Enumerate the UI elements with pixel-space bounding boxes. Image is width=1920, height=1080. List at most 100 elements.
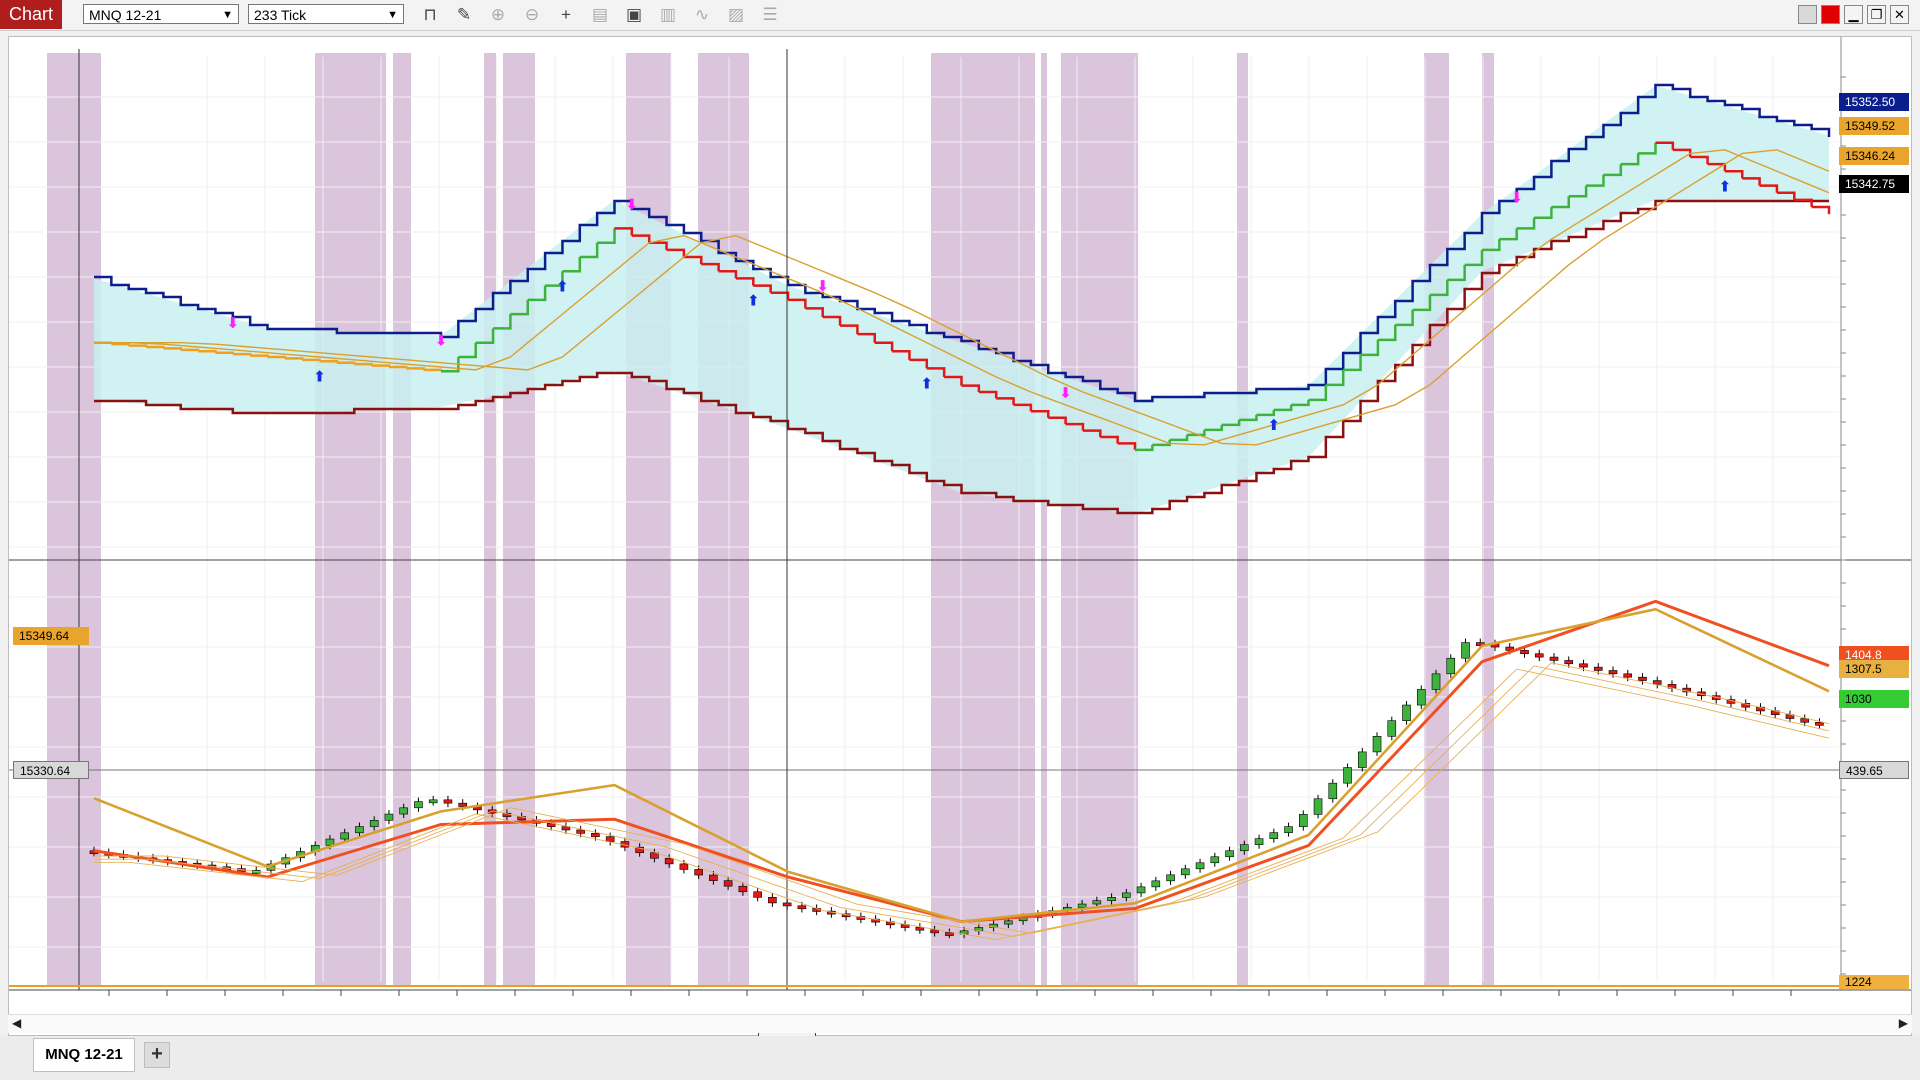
templates-icon[interactable]: ▨ [724, 3, 748, 27]
candle-body [1328, 782, 1338, 800]
candle-body [738, 885, 748, 893]
candle-body [443, 799, 453, 804]
candle-body [1549, 656, 1559, 661]
buy-arrow-icon: ⬆ [1268, 416, 1281, 434]
price-step-segment [319, 360, 339, 363]
candle-body [1446, 657, 1456, 675]
candle-body [1638, 676, 1647, 681]
candle-body [1284, 826, 1293, 833]
sell-arrow-icon: ⬇ [1059, 384, 1072, 402]
candle-body [1623, 673, 1633, 678]
candle-body [1431, 673, 1441, 690]
session-band [484, 53, 496, 986]
price-marker-blue: 15352.50 [1839, 93, 1909, 111]
price-step-segment [232, 352, 252, 356]
price-step-segment [180, 348, 200, 352]
candle-body [1608, 670, 1618, 675]
indicators-icon[interactable]: ▥ [656, 3, 680, 27]
minimize-icon[interactable]: ▁ [1844, 5, 1863, 24]
candle-body [1298, 814, 1308, 827]
chart-panel[interactable]: ⬇ ⬆ ⬇ ⬆ ⬇ ⬆ ⬇ ⬆ ⬇ ⬆ ⬇ ⬆ 15352.50 15349.52 15346.24 … [8, 36, 1912, 1052]
candle-body [399, 807, 408, 815]
candle-body [1652, 680, 1662, 685]
candle-body [782, 902, 792, 907]
close-icon[interactable]: ✕ [1890, 5, 1909, 24]
object-list-icon[interactable]: ☰ [758, 3, 782, 27]
candle-body [1181, 868, 1190, 876]
instrument-value: MNQ 12-21 [89, 7, 162, 23]
grey-square-icon[interactable] [1798, 5, 1817, 24]
buy-arrow-icon: ⬆ [747, 292, 760, 310]
sell-arrow-icon: ⬇ [1510, 188, 1523, 206]
price-step-segment [371, 364, 391, 367]
candle-body [664, 857, 674, 865]
scroll-right-icon[interactable]: ▶ [1899, 1016, 1908, 1030]
candle-body [428, 799, 438, 804]
session-band [1482, 53, 1494, 986]
candle-body [1372, 735, 1382, 753]
candle-body [384, 813, 394, 821]
zoom-in-icon[interactable]: ⊕ [486, 3, 510, 27]
price-step-segment [128, 344, 148, 347]
session-band [1041, 53, 1047, 986]
price-step-segment [146, 345, 165, 349]
candle-body [1122, 892, 1131, 898]
candle-body [1004, 920, 1013, 925]
restore-icon[interactable]: ❐ [1867, 5, 1886, 24]
session-band [503, 53, 535, 986]
candle-body [1240, 844, 1249, 852]
sell-arrow-icon: ⬇ [816, 277, 829, 295]
draw-pencil-icon[interactable]: ✎ [452, 3, 476, 27]
bar-type-icon[interactable]: ⊓ [418, 3, 442, 27]
candle-body [325, 838, 335, 846]
horizontal-scrollbar[interactable]: ◀ ▶ [8, 1014, 1912, 1033]
candle-body [340, 832, 350, 840]
indicator-marker-grey: 439.65 [1839, 761, 1909, 779]
candle-body [1402, 704, 1411, 721]
session-band [1424, 53, 1449, 986]
red-square-icon[interactable] [1821, 5, 1840, 24]
session-band [315, 53, 386, 986]
session-band [1061, 53, 1138, 986]
candle-body [797, 905, 807, 910]
candle-body [1357, 751, 1367, 768]
instrument-selector[interactable]: MNQ 12-21 ▼ [83, 4, 239, 24]
chart-toolbar: Chart MNQ 12-21 ▼ 233 Tick ▼ ⊓ ✎ ⊕ ⊖ + ▤ ▣ ▥ ∿ ▨ ☰… [0, 0, 1920, 31]
session-band [47, 53, 101, 986]
candle-body [1416, 689, 1426, 706]
session-band [698, 53, 749, 986]
strategies-icon[interactable]: ∿ [690, 3, 714, 27]
candle-body [650, 852, 659, 859]
price-step-segment [111, 342, 130, 346]
interval-value: 233 Tick [254, 7, 307, 23]
sell-arrow-icon: ⬇ [227, 314, 240, 332]
scroll-left-icon[interactable]: ◀ [12, 1016, 21, 1030]
candle-body [945, 932, 954, 936]
tab-mnq-12-21[interactable]: MNQ 12-21 [33, 1038, 135, 1072]
candle-body [1166, 874, 1175, 882]
candle-body [605, 836, 615, 842]
price-step-segment [336, 361, 356, 365]
window-title: Chart [0, 0, 62, 29]
candle-body [1579, 663, 1588, 668]
candle-body [1107, 897, 1116, 901]
price-step-segment [267, 355, 287, 359]
tab-bar: MNQ 12-21 + [0, 1036, 1920, 1080]
chart-canvas[interactable]: ⬇ ⬆ ⬇ ⬆ ⬇ ⬆ ⬇ ⬆ ⬇ ⬆ ⬇ ⬆ [9, 37, 1911, 1035]
interval-selector[interactable]: 233 Tick ▼ [248, 4, 404, 24]
candle-body [1092, 900, 1102, 905]
candle-body [1269, 832, 1279, 839]
candle-body [355, 826, 364, 834]
candle-body [1520, 650, 1529, 655]
add-tab-button[interactable]: + [144, 1042, 170, 1068]
zoom-out-icon[interactable]: ⊖ [520, 3, 544, 27]
candle-body [694, 869, 703, 876]
properties-icon[interactable]: ▣ [622, 3, 646, 27]
candle-body [1815, 721, 1824, 726]
candle-body [1343, 767, 1352, 784]
candle-body [679, 863, 689, 870]
crosshair-icon[interactable]: + [554, 3, 578, 27]
candle-body [1564, 660, 1574, 665]
chevron-down-icon: ▼ [387, 9, 398, 21]
data-box-icon[interactable]: ▤ [588, 3, 612, 27]
